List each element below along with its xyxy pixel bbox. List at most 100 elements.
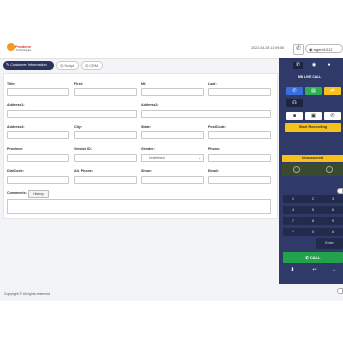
download-icon[interactable]: ⬇: [284, 266, 301, 274]
address2-label: Address2:: [141, 103, 159, 107]
side-handle-icon[interactable]: [337, 288, 343, 294]
arrow-left-icon[interactable]: ←: [326, 266, 343, 274]
address1-input[interactable]: [7, 110, 137, 118]
city-label: City:: [74, 125, 82, 129]
logo-mark-icon: [7, 43, 15, 51]
enter-button[interactable]: Enter: [316, 238, 343, 249]
logo-subtext: Technologies: [16, 49, 32, 52]
phone-input[interactable]: [208, 154, 271, 162]
history-button[interactable]: History: [28, 190, 49, 198]
key-1[interactable]: 1: [283, 195, 303, 203]
pause-icon: ▣: [311, 113, 316, 119]
dial-button[interactable]: ✆: [286, 87, 303, 95]
last-name-input[interactable]: [208, 88, 271, 96]
call-controls-bar: [282, 163, 343, 176]
phone-icon: ✆: [330, 113, 335, 119]
stop-button[interactable]: ■: [286, 112, 303, 120]
headset-icon: ☊: [292, 100, 297, 106]
phone-icon: ✆: [295, 46, 302, 52]
call-label: CALL: [309, 255, 321, 260]
tab-customer-information[interactable]: ✎ Customer Information: [3, 61, 54, 70]
key-star[interactable]: *: [283, 228, 303, 236]
header-phone-button[interactable]: ✆: [293, 44, 304, 55]
email-label: Email:: [208, 169, 219, 173]
header-datetime: 2022-04-28 11:09:56: [251, 46, 285, 50]
company-logo: Prodenv Technologies: [7, 43, 35, 56]
call-button[interactable]: ✆ CALL: [283, 252, 343, 263]
address3-label: Address3:: [7, 125, 25, 129]
back-icon[interactable]: ↩: [306, 266, 323, 274]
key-5[interactable]: 5: [303, 206, 323, 214]
key-3[interactable]: 3: [323, 195, 343, 203]
address3-input[interactable]: [7, 131, 69, 139]
line-status-label: NB LIVE CALL: [298, 75, 322, 79]
phone-label: Phone:: [208, 147, 221, 151]
alt-phone-input[interactable]: [74, 176, 137, 184]
start-recording-button[interactable]: Start Recording: [285, 123, 341, 132]
first-name-input[interactable]: [74, 88, 137, 96]
comments-label: Comments:: [7, 191, 27, 195]
state-input[interactable]: [141, 131, 204, 139]
tab-label: CRM: [89, 64, 99, 68]
middle-initial-input[interactable]: [141, 88, 204, 96]
postcode-label: PostCode:: [208, 125, 226, 129]
key-0[interactable]: 0: [303, 228, 323, 236]
transfer-button[interactable]: ▤: [305, 87, 322, 95]
key-2[interactable]: 2: [303, 195, 323, 203]
dialcode-input[interactable]: [7, 176, 69, 184]
user-tab-icon[interactable]: ●: [324, 62, 334, 69]
speaker-icon[interactable]: [326, 166, 333, 173]
tab-label: Customer Information: [10, 63, 47, 67]
dialcode-label: DialCode:: [7, 169, 24, 173]
stop-icon: ■: [292, 113, 297, 119]
gender-value: Undefined: [149, 156, 165, 160]
gender-select[interactable]: Undefined ⌄: [141, 154, 204, 162]
tab-label: Script: [64, 64, 75, 68]
last-label: Last :: [208, 82, 218, 86]
state-label: State:: [141, 125, 151, 129]
voicemail-button[interactable]: ☊: [286, 99, 303, 107]
unanswered-status: Unanswered: [282, 155, 343, 162]
key-9[interactable]: 9: [323, 217, 343, 225]
key-hash[interactable]: #: [323, 228, 343, 236]
email-input[interactable]: [208, 176, 271, 184]
copyright-text: Copyright © All rights reserved: [4, 292, 50, 296]
city-input[interactable]: [74, 131, 137, 139]
user-name: agent1012: [313, 47, 333, 52]
top-header: [0, 38, 343, 59]
eye-icon[interactable]: ◉: [309, 62, 319, 69]
vendor-id-input[interactable]: [74, 154, 137, 162]
key-4[interactable]: 4: [283, 206, 303, 214]
gender-label: Gender:: [141, 147, 155, 151]
comments-textarea[interactable]: [7, 199, 271, 214]
key-8[interactable]: 8: [303, 217, 323, 225]
address2-input[interactable]: [141, 110, 271, 118]
key-7[interactable]: 7: [283, 217, 303, 225]
alt-phone-label: Alt. Phone:: [74, 169, 93, 173]
show-label: Show:: [141, 169, 152, 173]
grid-icon: ▤: [311, 88, 316, 94]
vendor-id-label: Vendor ID:: [74, 147, 92, 151]
title-label: Title:: [7, 82, 16, 86]
key-6[interactable]: 6: [323, 206, 343, 214]
phone-tab-icon[interactable]: ✆: [293, 62, 303, 69]
address1-label: Address1:: [7, 103, 25, 107]
pause-button[interactable]: ▣: [305, 112, 322, 120]
first-label: First:: [74, 82, 83, 86]
province-input[interactable]: [7, 154, 69, 162]
forward-icon: ⇄: [330, 88, 335, 94]
tab-script[interactable]: ◎ Script: [56, 61, 79, 70]
user-menu[interactable]: ◉ agent1012: [305, 44, 343, 53]
chevron-down-icon: ⌄: [198, 156, 201, 160]
province-label: Province:: [7, 147, 24, 151]
tab-crm[interactable]: ◎ CRM: [81, 61, 103, 70]
phone-icon: ✆: [292, 88, 297, 94]
mi-label: MI:: [141, 82, 147, 86]
hold-call-button[interactable]: ✆: [324, 112, 341, 120]
mute-icon[interactable]: [293, 166, 300, 173]
forward-button[interactable]: ⇄: [324, 87, 341, 95]
title-input[interactable]: [7, 88, 69, 96]
postcode-input[interactable]: [208, 131, 271, 139]
show-input[interactable]: [141, 176, 204, 184]
side-handle-icon[interactable]: [337, 188, 343, 194]
